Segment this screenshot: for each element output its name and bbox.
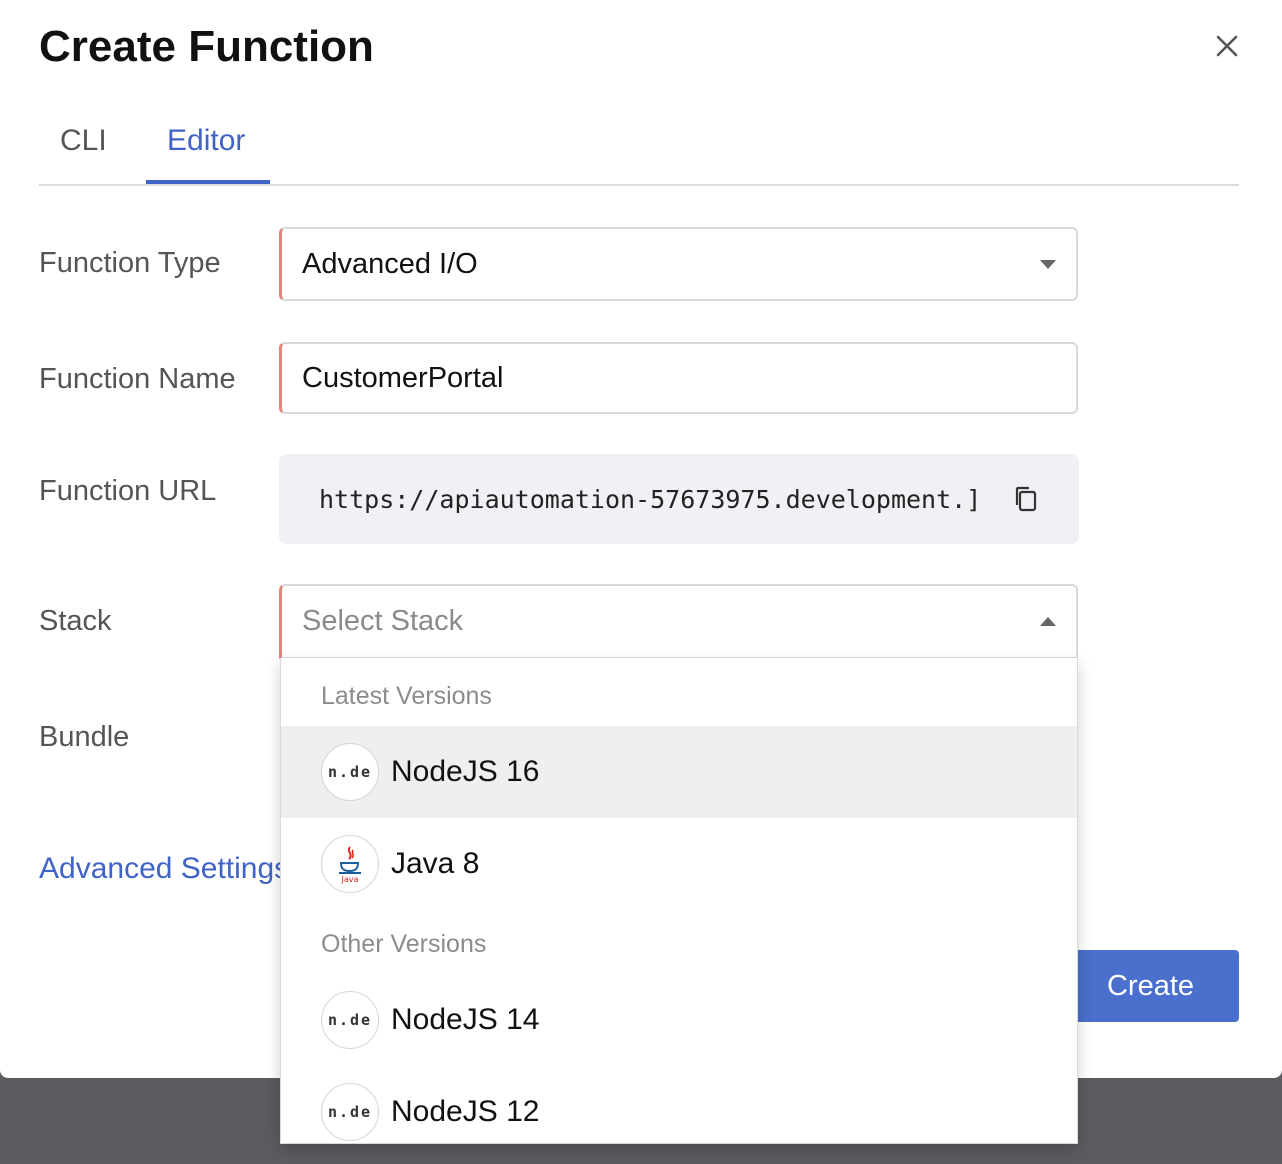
- java-icon: Java: [321, 835, 379, 893]
- advanced-settings-link[interactable]: Advanced Settings: [39, 852, 289, 886]
- chevron-up-icon: [1040, 616, 1056, 626]
- tab-cli[interactable]: CLI: [60, 124, 107, 158]
- active-tab-indicator: [146, 180, 270, 184]
- stack-option-nodejs-12[interactable]: n.de NodeJS 12: [281, 1066, 1077, 1143]
- group-header-latest: Latest Versions: [321, 682, 492, 710]
- function-type-select[interactable]: Advanced I/O: [279, 227, 1078, 301]
- stack-label: Stack: [39, 605, 112, 637]
- stack-option-label: NodeJS 12: [391, 1095, 540, 1128]
- function-name-input[interactable]: CustomerPortal: [279, 342, 1078, 414]
- nodejs-icon: n.de: [321, 743, 379, 801]
- tab-editor[interactable]: Editor: [167, 124, 245, 158]
- stack-option-java-8[interactable]: Java Java 8: [281, 818, 1077, 910]
- stack-option-label: NodeJS 14: [391, 1003, 540, 1036]
- function-name-label: Function Name: [39, 363, 236, 395]
- chevron-down-icon: [1040, 260, 1056, 269]
- nodejs-icon: n.de: [321, 991, 379, 1049]
- stack-select[interactable]: Select Stack: [279, 584, 1078, 659]
- stack-option-label: Java 8: [391, 847, 480, 880]
- function-url-label: Function URL: [39, 475, 217, 507]
- stack-option-nodejs-14[interactable]: n.de NodeJS 14: [281, 974, 1077, 1066]
- nodejs-icon: n.de: [321, 1083, 379, 1141]
- stack-dropdown-menu: Latest Versions n.de NodeJS 16 Java Java…: [280, 658, 1078, 1144]
- copy-icon[interactable]: [1013, 485, 1039, 513]
- svg-text:Java: Java: [341, 875, 359, 884]
- stack-option-nodejs-16[interactable]: n.de NodeJS 16: [281, 726, 1077, 818]
- tab-bar: CLI Editor: [39, 110, 1239, 186]
- function-type-label: Function Type: [39, 247, 221, 279]
- dialog-title: Create Function: [39, 22, 374, 71]
- function-name-value: CustomerPortal: [302, 361, 504, 394]
- group-header-other: Other Versions: [321, 930, 487, 958]
- stack-placeholder: Select Stack: [302, 605, 464, 637]
- create-button[interactable]: Create: [1062, 950, 1239, 1022]
- function-url-field: https://apiautomation-57673975.developme…: [279, 454, 1079, 544]
- function-type-value: Advanced I/O: [302, 247, 478, 280]
- stack-option-label: NodeJS 16: [391, 755, 540, 788]
- close-icon[interactable]: [1211, 30, 1243, 62]
- bundle-label: Bundle: [39, 721, 130, 753]
- function-url-value: https://apiautomation-57673975.developme…: [319, 484, 982, 514]
